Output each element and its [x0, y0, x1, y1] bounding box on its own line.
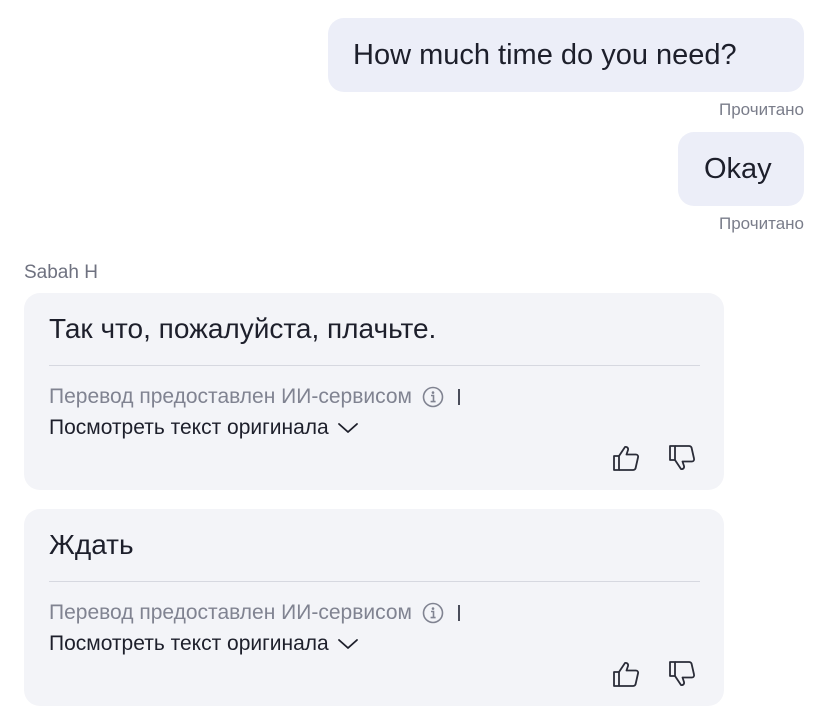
thumbs-up-icon[interactable] — [611, 659, 641, 689]
info-icon[interactable] — [422, 386, 444, 408]
translation-note-text: Перевод предоставлен ИИ-сервисом — [49, 385, 412, 408]
chevron-down-icon — [337, 423, 358, 433]
translation-note: Перевод предоставлен ИИ-сервисом — [49, 601, 460, 625]
thumbs-down-icon[interactable] — [667, 443, 697, 473]
show-original-link[interactable]: Посмотреть текст оригинала — [49, 416, 359, 440]
incoming-message-1[interactable]: Так что, пожалуйста, плачьте. Перевод пр… — [24, 293, 724, 490]
sender-name: Sabah H — [24, 262, 98, 283]
outgoing-message-1[interactable]: How much time do you need? — [328, 18, 804, 92]
divider — [49, 365, 700, 366]
message-text: How much time do you need? — [353, 38, 737, 71]
thumbs-down-icon[interactable] — [667, 659, 697, 689]
message-text: Ждать — [49, 529, 134, 560]
translation-note: Перевод предоставлен ИИ-сервисом — [49, 385, 460, 409]
separator — [457, 389, 460, 405]
info-icon[interactable] — [422, 602, 444, 624]
chat-screen: How much time do you need? Прочитано Oka… — [0, 0, 828, 724]
message-text: Okay — [704, 152, 772, 185]
incoming-message-2[interactable]: Ждать Перевод предоставлен ИИ-сервисом П… — [24, 509, 724, 706]
show-original-label: Посмотреть текст оригинала — [49, 416, 329, 439]
show-original-label: Посмотреть текст оригинала — [49, 632, 329, 655]
read-status: Прочитано — [719, 100, 804, 119]
thumbs-up-icon[interactable] — [611, 443, 641, 473]
message-text: Так что, пожалуйста, плачьте. — [49, 313, 437, 344]
chevron-down-icon — [337, 639, 358, 649]
read-status: Прочитано — [719, 214, 804, 233]
separator — [457, 605, 460, 621]
outgoing-message-2[interactable]: Okay — [678, 132, 804, 206]
divider — [49, 581, 700, 582]
translation-note-text: Перевод предоставлен ИИ-сервисом — [49, 601, 412, 624]
show-original-link[interactable]: Посмотреть текст оригинала — [49, 632, 359, 656]
